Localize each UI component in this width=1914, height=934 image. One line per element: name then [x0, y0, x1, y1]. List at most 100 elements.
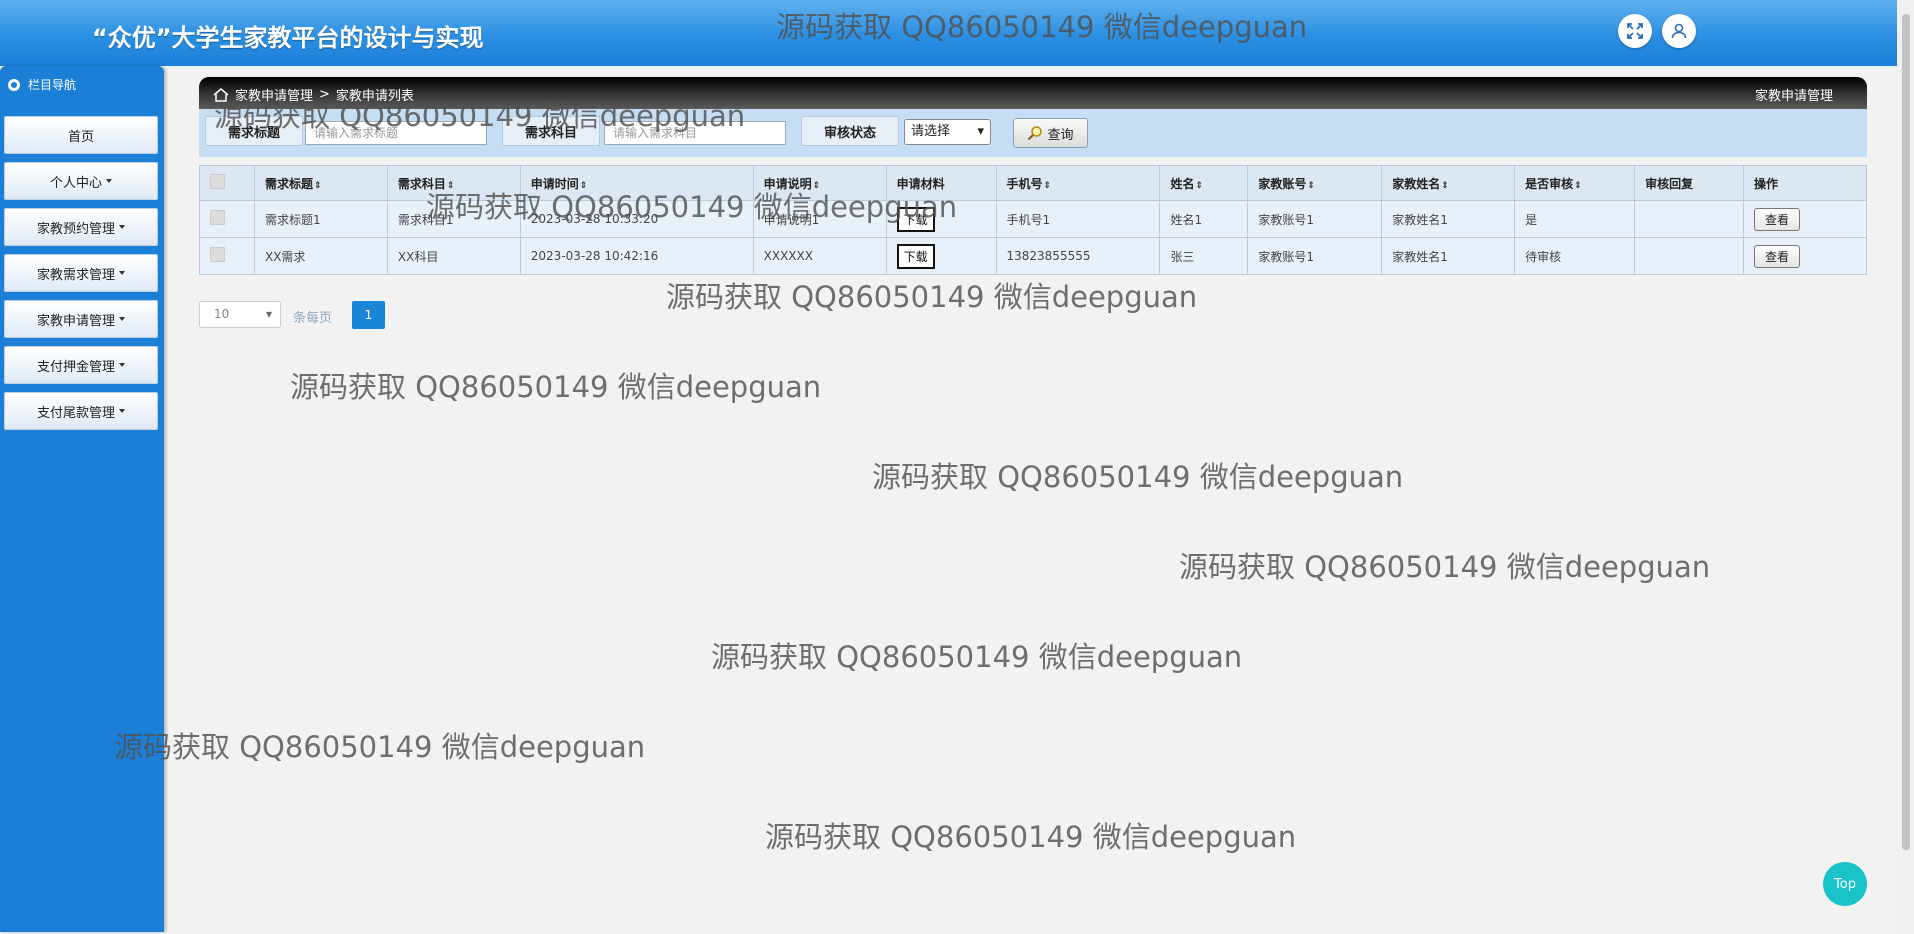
back-to-top-button[interactable]: Top: [1823, 862, 1867, 906]
sort-icon[interactable]: ⇕: [314, 181, 322, 191]
chevron-down-icon: ▾: [265, 307, 272, 321]
caret-down-icon: [119, 409, 125, 413]
col-header[interactable]: 手机号⇕: [995, 165, 1161, 201]
cell-title: 需求标题1: [253, 200, 388, 238]
sidebar-item-booking[interactable]: 家教预约管理: [4, 208, 158, 246]
status-select-value: 请选择: [911, 124, 951, 139]
title-search-input[interactable]: 请输入需求标题: [305, 121, 487, 145]
sort-icon[interactable]: ⇕: [1307, 181, 1315, 191]
caret-down-icon: [119, 317, 125, 321]
col-header[interactable]: 申请时间⇕: [519, 165, 754, 201]
col-header[interactable]: 是否审核⇕: [1514, 165, 1636, 201]
user-icon: [1671, 23, 1687, 39]
subject-filter-label: 需求科目: [502, 116, 600, 146]
caret-down-icon: [119, 225, 125, 229]
cell-tutor: 家教姓名1: [1381, 200, 1516, 238]
download-button[interactable]: 下载: [896, 243, 935, 269]
subject-search-input[interactable]: 请输入需求科目: [604, 121, 786, 145]
view-button[interactable]: 查看: [1753, 207, 1800, 231]
col-header[interactable]: 需求科目⇕: [386, 165, 521, 201]
sidebar-item-application[interactable]: 家教申请管理: [4, 300, 158, 338]
col-header[interactable]: 姓名⇕: [1159, 165, 1249, 201]
query-button-label: 查询: [1047, 127, 1074, 143]
cell-subject: 需求科目1: [386, 200, 521, 238]
query-button[interactable]: 查询: [1013, 118, 1088, 148]
user-button[interactable]: [1662, 14, 1696, 48]
status-select[interactable]: 请选择 ▾: [904, 119, 991, 145]
cell-actions: 查看: [1742, 200, 1868, 238]
sidebar-item-label: 家教需求管理: [36, 267, 115, 283]
sort-icon[interactable]: ⇕: [1195, 181, 1203, 191]
sidebar: 栏目导航 首页 个人中心 家教预约管理 家教需求管理 家教申请管理 支付押金管理…: [0, 66, 164, 932]
view-button[interactable]: 查看: [1753, 244, 1800, 268]
caret-down-icon: [119, 363, 125, 367]
cell-name: 姓名1: [1159, 200, 1249, 238]
select-all-checkbox[interactable]: [199, 165, 255, 201]
sidebar-item-label: 个人中心: [49, 175, 102, 191]
cell-desc: 申请说明1: [752, 200, 887, 238]
table-row: XX需求 XX科目 2023-03-28 10:42:16 XXXXXX 下载 …: [199, 237, 1868, 275]
sidebar-item-balance[interactable]: 支付尾款管理: [4, 392, 158, 430]
col-header: 操作: [1742, 165, 1868, 201]
sort-icon[interactable]: ⇕: [1574, 181, 1582, 191]
sidebar-item-personal-center[interactable]: 个人中心: [4, 162, 158, 200]
cell-audit: 是: [1514, 200, 1636, 238]
section-title: 家教申请管理: [1754, 89, 1833, 104]
sort-icon[interactable]: ⇕: [1044, 181, 1052, 191]
watermark-text: 源码获取 QQ86050149 微信deepguan: [1179, 550, 1711, 584]
cell-material: 下载: [885, 237, 997, 275]
watermark-text: 源码获取 QQ86050149 微信deepguan: [711, 640, 1243, 674]
title-filter-label: 需求标题: [205, 116, 303, 146]
col-header[interactable]: 家教姓名⇕: [1381, 165, 1516, 201]
app-header: “众优”大学生家教平台的设计与实现: [0, 0, 1897, 68]
sidebar-item-deposit[interactable]: 支付押金管理: [4, 346, 158, 384]
page-scrollbar[interactable]: [1897, 0, 1914, 934]
download-button[interactable]: 下载: [896, 206, 935, 232]
sort-icon[interactable]: ⇕: [447, 181, 455, 191]
table-header-row: 需求标题⇕ 需求科目⇕ 申请时间⇕ 申请说明⇕ 申请材料 手机号⇕ 姓名⇕ 家教…: [199, 165, 1868, 201]
search-icon: [1028, 126, 1043, 141]
cell-account: 家教账号1: [1247, 200, 1383, 238]
breadcrumb-parent[interactable]: 家教申请管理: [235, 85, 313, 104]
row-checkbox[interactable]: [199, 200, 255, 238]
sort-icon[interactable]: ⇕: [813, 181, 821, 191]
page-size-value: 10: [214, 307, 230, 321]
cell-title: XX需求: [253, 237, 388, 275]
home-icon[interactable]: [213, 87, 229, 102]
fullscreen-icon: [1627, 23, 1643, 39]
cell-reply: [1634, 200, 1744, 238]
breadcrumb: 家教申请管理 > 家教申请列表 家教申请管理: [199, 77, 1867, 109]
cell-desc: XXXXXX: [752, 237, 887, 275]
cell-audit: 待审核: [1514, 237, 1636, 275]
row-checkbox[interactable]: [199, 237, 255, 275]
nav-dot-icon: [8, 78, 20, 91]
sidebar-item-label: 首页: [67, 129, 94, 145]
page-size-select[interactable]: 10 ▾: [199, 301, 281, 328]
sidebar-item-home[interactable]: 首页: [4, 116, 158, 154]
cell-name: 张三: [1159, 237, 1249, 275]
cell-phone: 13823855555: [995, 237, 1161, 275]
sort-icon[interactable]: ⇕: [580, 181, 588, 191]
watermark-text: 源码获取 QQ86050149 微信deepguan: [872, 460, 1404, 494]
cell-tutor: 家教姓名1: [1381, 237, 1516, 275]
per-page-text: 条每页: [293, 311, 333, 326]
cell-subject: XX科目: [386, 237, 521, 275]
cell-time: 2023-03-28 10:33:20: [519, 200, 754, 238]
chevron-down-icon: ▾: [977, 124, 984, 139]
col-header[interactable]: 需求标题⇕: [253, 165, 388, 201]
sort-icon[interactable]: ⇕: [1441, 181, 1449, 191]
col-header[interactable]: 申请说明⇕: [752, 165, 887, 201]
table-row: 需求标题1 需求科目1 2023-03-28 10:33:20 申请说明1 下载…: [199, 200, 1868, 238]
page-number-button[interactable]: 1: [352, 301, 385, 329]
app-title: “众优”大学生家教平台的设计与实现: [92, 24, 484, 52]
sidebar-item-demand[interactable]: 家教需求管理: [4, 254, 158, 292]
fullscreen-button[interactable]: [1618, 14, 1652, 48]
col-header: 审核回复: [1634, 165, 1744, 201]
cell-reply: [1634, 237, 1744, 275]
sidebar-item-label: 家教预约管理: [36, 221, 115, 237]
col-header[interactable]: 家教账号⇕: [1247, 165, 1383, 201]
sidebar-item-label: 支付尾款管理: [36, 405, 115, 421]
sidebar-title: 栏目导航: [28, 78, 77, 92]
cell-phone: 手机号1: [995, 200, 1161, 238]
col-header: 申请材料: [885, 165, 997, 201]
